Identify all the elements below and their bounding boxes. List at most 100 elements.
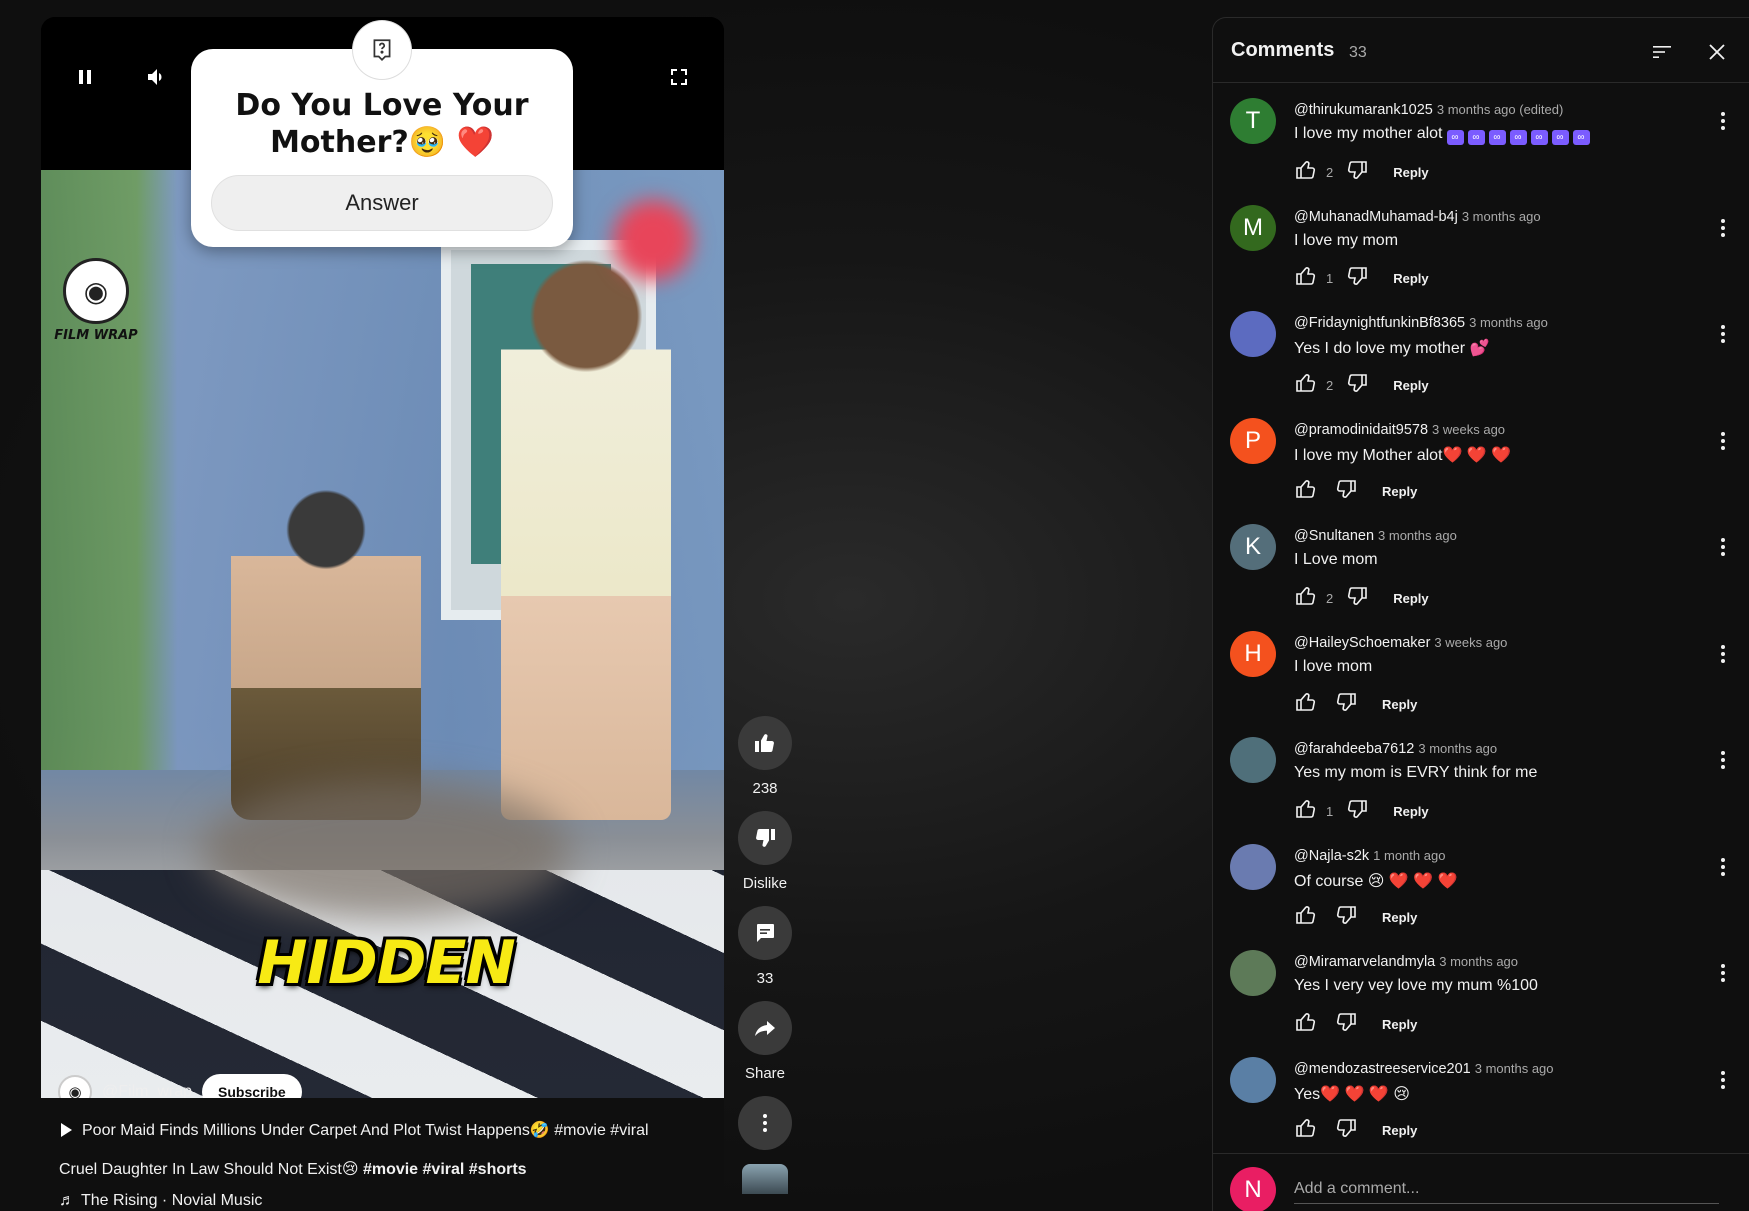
comment-more-button[interactable] <box>1711 748 1735 772</box>
comment-dislike-button[interactable] <box>1334 1010 1358 1039</box>
comment-dislike-button[interactable] <box>1345 797 1369 826</box>
comment-like-button[interactable] <box>1294 477 1334 506</box>
comment-author[interactable]: @Najla-s2k <box>1294 848 1369 864</box>
comment-author[interactable]: @mendozastreeservice201 <box>1294 1061 1471 1077</box>
comment-dislike-button[interactable] <box>1345 584 1369 613</box>
comment-more-button[interactable] <box>1711 855 1735 879</box>
comment-author[interactable]: @Miramarvelandmyla <box>1294 954 1435 970</box>
comment-avatar[interactable] <box>1230 311 1276 357</box>
fullscreen-icon <box>671 69 687 85</box>
music-row[interactable]: ♬ The Rising · Novial Music <box>59 1192 262 1210</box>
video-description: Cruel Daughter In Law Should Not Exist😢 … <box>59 1159 527 1179</box>
thumbs-down-icon <box>1345 797 1369 826</box>
comment-dislike-button[interactable] <box>1345 158 1369 187</box>
comment-more-button[interactable] <box>1711 1068 1735 1092</box>
comment-reply-button[interactable]: Reply <box>1393 591 1428 606</box>
comment-time[interactable]: 3 weeks ago <box>1434 635 1507 650</box>
comment-author[interactable]: @FridaynightfunkinBf8365 <box>1294 315 1465 331</box>
comment-time[interactable]: 3 months ago <box>1439 954 1518 969</box>
comment-avatar[interactable] <box>1230 1056 1276 1103</box>
comment-like-button[interactable] <box>1294 690 1334 719</box>
comment-time[interactable]: 3 months ago <box>1378 528 1457 543</box>
comment-like-button[interactable] <box>1294 1116 1334 1145</box>
comment-reply-button[interactable]: Reply <box>1382 910 1417 925</box>
comment-avatar[interactable]: M <box>1230 204 1276 251</box>
comment-avatar[interactable]: K <box>1230 524 1276 570</box>
description-hashtags[interactable]: #movie #viral #shorts <box>363 1161 527 1178</box>
comment-reply-button[interactable]: Reply <box>1393 271 1428 286</box>
comment-dislike-button[interactable] <box>1345 264 1369 293</box>
comment-dislike-button[interactable] <box>1345 371 1369 400</box>
user-avatar[interactable]: N <box>1230 1167 1276 1211</box>
sort-comments-button[interactable] <box>1646 36 1678 68</box>
comment-reply-button[interactable]: Reply <box>1382 697 1417 712</box>
comment-like-button[interactable] <box>1294 1010 1334 1039</box>
comment-like-button[interactable]: 2 <box>1294 584 1345 613</box>
comment-time[interactable]: 3 months ago (edited) <box>1437 102 1563 117</box>
comment-author[interactable]: @MuhanadMuhamad-b4j <box>1294 209 1458 225</box>
comment-reply-button[interactable]: Reply <box>1393 804 1428 819</box>
comment-more-button[interactable] <box>1711 109 1735 133</box>
comment-avatar[interactable] <box>1230 950 1276 996</box>
comment-more-button[interactable] <box>1711 429 1735 453</box>
comments-button[interactable] <box>738 906 792 960</box>
infinity-emoji: ∞ <box>1530 130 1548 145</box>
comment-time[interactable]: 3 months ago <box>1475 1061 1554 1076</box>
comment-reply-button[interactable]: Reply <box>1382 484 1417 499</box>
like-button[interactable] <box>738 716 792 770</box>
close-comments-button[interactable] <box>1701 36 1733 68</box>
comment-more-button[interactable] <box>1711 216 1735 240</box>
comment-like-button[interactable]: 2 <box>1294 371 1345 400</box>
comment-like-button[interactable]: 1 <box>1294 264 1345 293</box>
pause-button[interactable] <box>65 57 105 97</box>
comment-dislike-button[interactable] <box>1334 477 1358 506</box>
share-button[interactable] <box>738 1001 792 1055</box>
comment-time[interactable]: 3 months ago <box>1469 315 1548 330</box>
comment-reply-button[interactable]: Reply <box>1393 378 1428 393</box>
comment-avatar[interactable] <box>1230 737 1276 783</box>
comment-more-button[interactable] <box>1711 535 1735 559</box>
comment-author[interactable]: @HaileySchoemaker <box>1294 635 1430 651</box>
add-comment-input[interactable] <box>1294 1174 1719 1204</box>
comment-time[interactable]: 3 weeks ago <box>1432 422 1505 437</box>
comment-time[interactable]: 3 months ago <box>1418 741 1497 756</box>
comment-more-button[interactable] <box>1711 642 1735 666</box>
comment-dislike-button[interactable] <box>1334 903 1358 932</box>
comment-time[interactable]: 1 month ago <box>1373 848 1445 863</box>
fullscreen-button[interactable] <box>659 57 699 97</box>
dislike-action: Dislike <box>737 811 793 892</box>
comment-more-button[interactable] <box>1711 961 1735 985</box>
comment-avatar[interactable]: H <box>1230 630 1276 677</box>
next-video-thumbnail[interactable] <box>742 1164 788 1194</box>
volume-button[interactable] <box>137 57 177 97</box>
dislike-button[interactable] <box>738 811 792 865</box>
more-options-button[interactable] <box>738 1096 792 1150</box>
infinity-emoji: ∞ <box>1467 130 1485 145</box>
comment-like-button[interactable]: 2 <box>1294 158 1345 187</box>
comment-more-button[interactable] <box>1711 322 1735 346</box>
video-title-row[interactable]: Poor Maid Finds Millions Under Carpet An… <box>61 1120 649 1140</box>
comment-author[interactable]: @pramodinidait9578 <box>1294 422 1428 438</box>
comment-actions: 1 Reply <box>1294 798 1429 824</box>
comment-dislike-button[interactable] <box>1334 690 1358 719</box>
poll-answer-button[interactable]: Answer <box>211 175 553 231</box>
shorts-video-player[interactable]: ◉ FILM WRAP HIDDEN Do You Love Your Moth… <box>41 17 724 1211</box>
comment-author[interactable]: @farahdeeba7612 <box>1294 741 1414 757</box>
thumbs-down-icon <box>1334 477 1358 506</box>
comment-like-button[interactable] <box>1294 903 1334 932</box>
comment-header: @FridaynightfunkinBf8365 3 months ago <box>1294 314 1548 331</box>
comment-avatar[interactable] <box>1230 843 1276 890</box>
comment-dislike-button[interactable] <box>1334 1116 1358 1145</box>
dislike-label: Dislike <box>742 875 788 892</box>
comment-item: @farahdeeba7612 3 months ago Yes my mom is… <box>1213 722 1749 828</box>
comment-avatar[interactable]: T <box>1230 98 1276 144</box>
comment-author[interactable]: @thirukumarank1025 <box>1294 102 1433 118</box>
video-frame[interactable]: ◉ FILM WRAP HIDDEN <box>41 170 724 1098</box>
comment-time[interactable]: 3 months ago <box>1462 209 1541 224</box>
comment-author[interactable]: @Snultanen <box>1294 528 1374 544</box>
comment-avatar[interactable]: P <box>1230 417 1276 464</box>
comment-reply-button[interactable]: Reply <box>1382 1017 1417 1032</box>
comment-reply-button[interactable]: Reply <box>1382 1123 1417 1138</box>
comment-like-button[interactable]: 1 <box>1294 797 1345 826</box>
comment-reply-button[interactable]: Reply <box>1393 165 1428 180</box>
